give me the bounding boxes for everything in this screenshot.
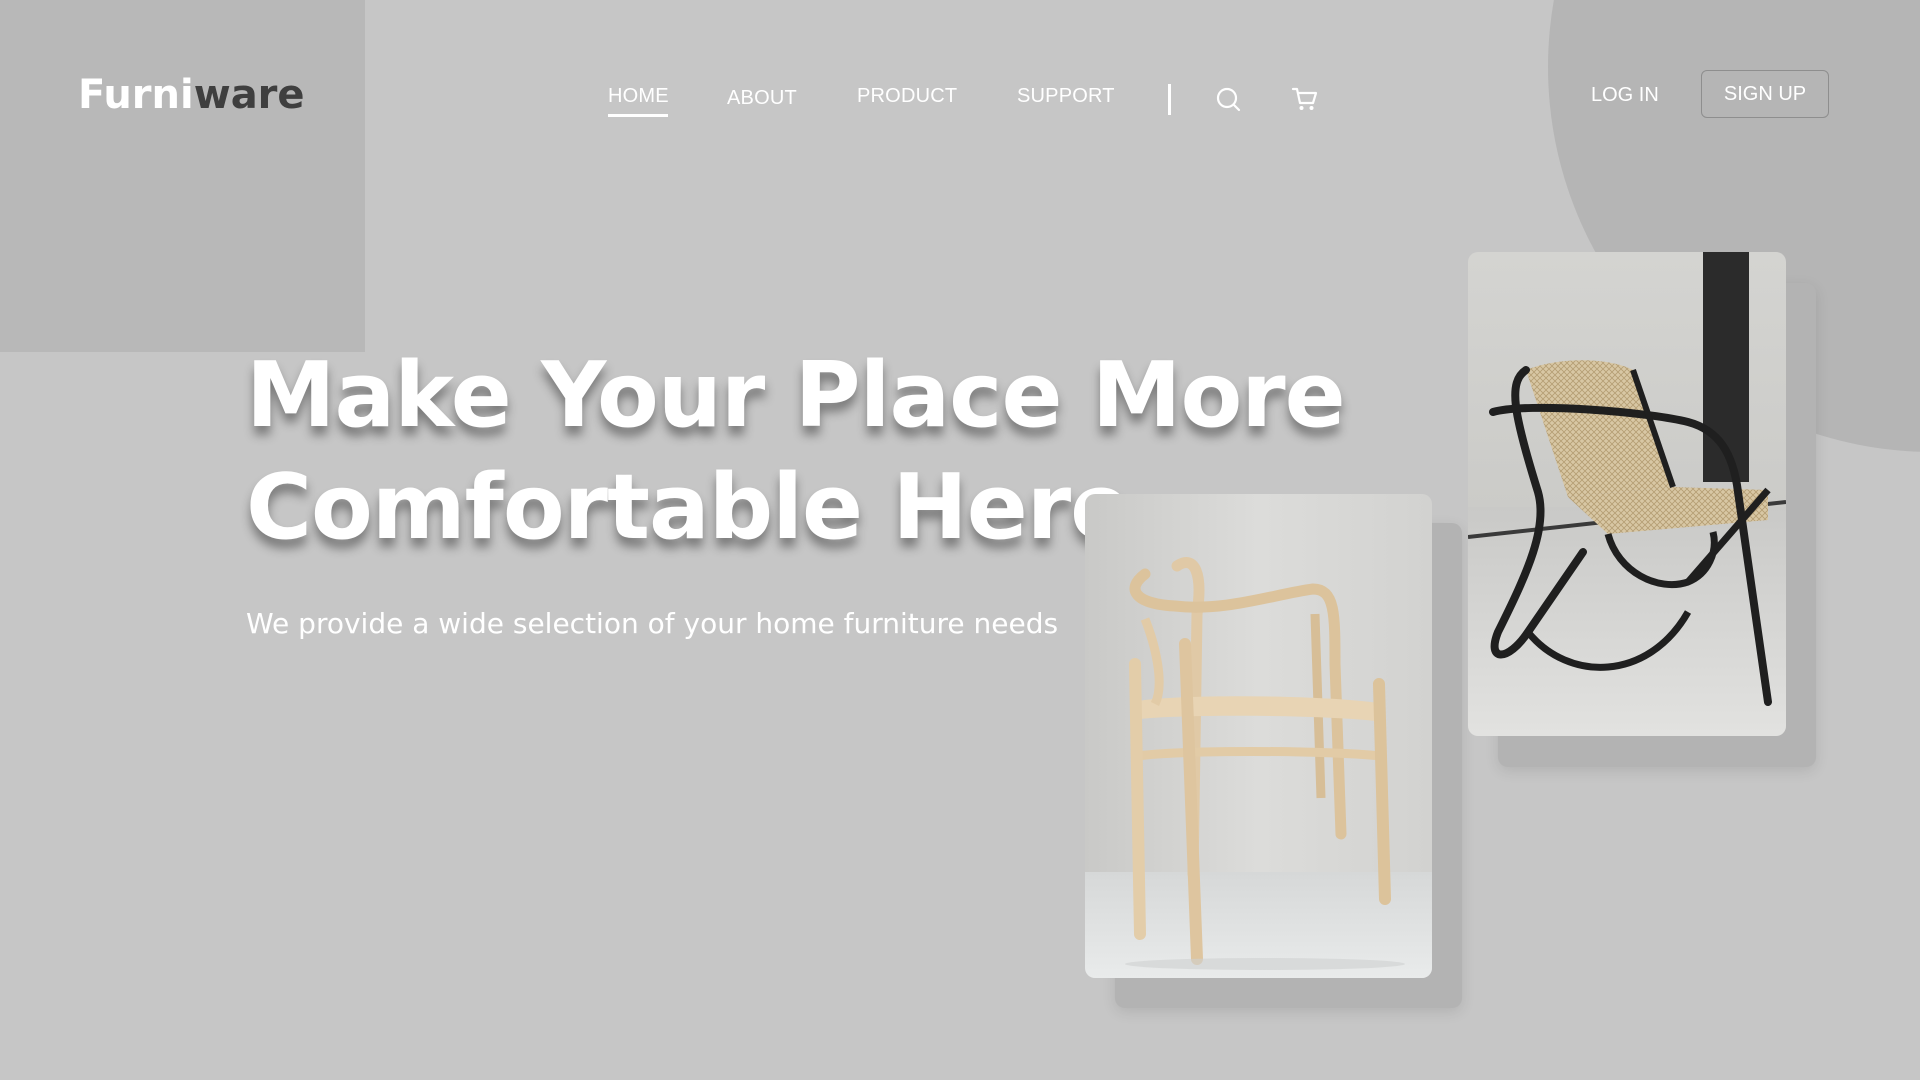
nav-active-indicator: [608, 114, 668, 117]
wooden-chair-image: [1085, 494, 1432, 978]
search-icon: [1216, 87, 1241, 112]
hero-title-line1: Make Your Place More: [246, 343, 1346, 448]
search-button[interactable]: [1213, 83, 1245, 115]
decorative-square: [0, 0, 365, 352]
hero-subtitle: We provide a wide selection of your home…: [246, 607, 1059, 640]
brand-logo[interactable]: Furniware: [78, 70, 305, 120]
nav-divider: [1168, 84, 1171, 115]
nav-item-support[interactable]: SUPPORT: [1017, 84, 1115, 108]
landing-page: Furniware HOME ABOUT PRODUCT SUPPORT LOG…: [0, 0, 1920, 1080]
hero-title-line2: Comfortable Here: [246, 455, 1131, 560]
signup-button[interactable]: SIGN UP: [1701, 70, 1829, 118]
cart-icon: [1291, 87, 1318, 110]
nav-item-product[interactable]: PRODUCT: [857, 84, 957, 108]
brand-logo-part2: ware: [193, 72, 305, 118]
rattan-chair-card[interactable]: [1468, 252, 1786, 736]
wooden-chair-card[interactable]: [1085, 494, 1432, 978]
login-link[interactable]: LOG IN: [1591, 83, 1659, 107]
nav-item-home[interactable]: HOME: [608, 84, 669, 108]
cart-button[interactable]: [1289, 83, 1321, 115]
brand-logo-part1: Furni: [78, 72, 194, 118]
nav-item-about[interactable]: ABOUT: [727, 86, 797, 110]
rattan-lounge-chair-image: [1468, 252, 1786, 736]
